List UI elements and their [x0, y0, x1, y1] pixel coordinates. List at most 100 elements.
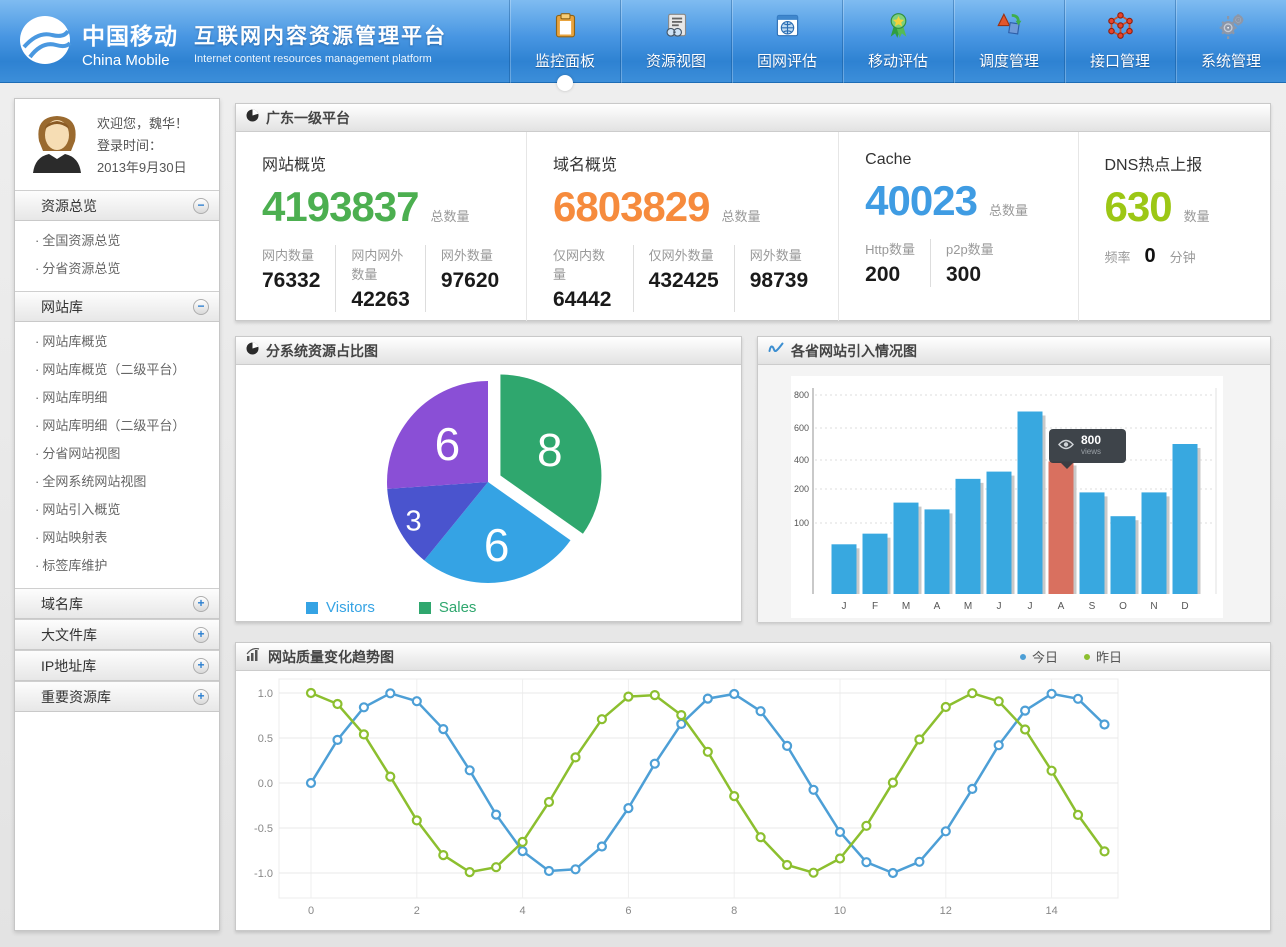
sidebar-item-网站库明细（二级平台）[interactable]: 网站库明细（二级平台）	[15, 412, 219, 440]
sidebar-item-标签库维护[interactable]: 标签库维护	[15, 552, 219, 580]
stat-sub-仅网内数量: 仅网内数量64442	[553, 245, 634, 312]
line-x-tick: 8	[731, 905, 737, 917]
sidebar-item-全网系统网站视图[interactable]: 全网系统网站视图	[15, 468, 219, 496]
nav-item-系统管理[interactable]: 系统管理	[1175, 0, 1286, 83]
pie-glyph-icon	[246, 342, 259, 360]
stat-sub-网外数量: 网外数量98739	[750, 245, 823, 312]
line-legend-item-昨日[interactable]: 昨日	[1084, 647, 1122, 666]
bar-F-1[interactable]	[863, 534, 888, 594]
stat-card-DNS热点上报: DNS热点上报630数量频率0分钟	[1078, 132, 1271, 321]
bar-A-3[interactable]	[925, 509, 950, 594]
collapse-icon[interactable]: −	[193, 299, 209, 315]
platform-title-en: Internet content resources management pl…	[194, 53, 447, 65]
sidebar-item-网站库概览[interactable]: 网站库概览	[15, 328, 219, 356]
nav-item-接口管理[interactable]: 接口管理	[1064, 0, 1175, 83]
line-curve-icon	[768, 342, 784, 360]
stat-card-big-label: 数量	[1184, 206, 1210, 225]
sidebar-section-title: 重要资源库	[41, 687, 111, 707]
bar-M-4[interactable]	[956, 479, 981, 594]
stat-sub-label: Http数量	[865, 239, 915, 258]
platform-title-cn: 互联网内容资源管理平台	[194, 20, 447, 50]
pie-legend-item-Sales[interactable]: Sales	[419, 599, 477, 616]
nav-item-资源视图[interactable]: 资源视图	[620, 0, 731, 83]
bar-N-10[interactable]	[1142, 492, 1167, 594]
sidebar-item-分省资源总览[interactable]: 分省资源总览	[15, 255, 219, 283]
stat-card-Cache: Cache40023总数量Http数量200p2p数量300	[838, 132, 1077, 321]
bar-x-label: A	[934, 601, 941, 612]
sidebar-item-网站库概览（二级平台）[interactable]: 网站库概览（二级平台）	[15, 356, 219, 384]
bar-D-11[interactable]	[1173, 444, 1198, 594]
bar-S-8[interactable]	[1080, 492, 1105, 594]
bar-chart: 100200400600800JFMAMJJASOND	[791, 376, 1223, 618]
bar-panel-header: 各省网站引入情况图	[758, 337, 1270, 365]
expand-icon[interactable]: +	[193, 596, 209, 612]
stats-panel-header: 广东一级平台	[236, 104, 1270, 132]
sidebar-item-分省网站视图[interactable]: 分省网站视图	[15, 440, 219, 468]
pie-panel-header: 分系统资源占比图	[236, 337, 741, 365]
bar-panel-title: 各省网站引入情况图	[791, 341, 917, 361]
tooltip-unit: views	[1081, 446, 1101, 457]
nav-item-label: 监控面板	[535, 50, 595, 71]
sidebar-section-IP地址库[interactable]: IP地址库+	[15, 650, 219, 681]
sidebar-item-网站库明细[interactable]: 网站库明细	[15, 384, 219, 412]
shapes-icon	[996, 12, 1023, 44]
sidebar-section-资源总览[interactable]: 资源总览−	[15, 190, 219, 221]
brand-name-cn: 中国移动	[82, 17, 178, 51]
collapse-icon[interactable]: −	[193, 198, 209, 214]
bar-J-0[interactable]	[832, 544, 857, 594]
stat-card-title: 域名概览	[553, 151, 838, 175]
stat-card-网站概览: 网站概览4193837总数量网内数量76332网内网外数量42263网外数量97…	[236, 132, 526, 321]
line-x-tick: 10	[834, 905, 846, 917]
stat-sub-value: 200	[865, 263, 915, 287]
sidebar-section-大文件库[interactable]: 大文件库+	[15, 619, 219, 650]
bar-x-label: J	[1028, 601, 1033, 612]
sidebar-item-网站映射表[interactable]: 网站映射表	[15, 524, 219, 552]
stat-sub-p2p数量: p2p数量300	[946, 239, 1009, 287]
stat-sub-value: 97620	[441, 269, 499, 293]
sidebar-section-重要资源库[interactable]: 重要资源库 +	[15, 681, 219, 712]
nav-item-监控面板[interactable]: 监控面板	[509, 0, 620, 83]
sidebar-item-全国资源总览[interactable]: 全国资源总览	[15, 227, 219, 255]
bar-O-9[interactable]	[1111, 516, 1136, 594]
legend-marker	[1020, 654, 1026, 660]
nav-item-移动评估[interactable]: 移动评估	[842, 0, 953, 83]
line-x-tick: 4	[520, 905, 526, 917]
stat-card-big-label: 总数量	[722, 206, 761, 225]
expand-icon[interactable]: +	[193, 627, 209, 643]
ribbon-award-icon	[885, 12, 912, 44]
bar-J-6[interactable]	[1018, 412, 1043, 595]
stat-sub-网内数量: 网内数量76332	[262, 245, 336, 312]
line-y-tick: 0.5	[258, 733, 273, 745]
expand-icon[interactable]: +	[193, 658, 209, 674]
stats-panel-title: 广东一级平台	[266, 108, 350, 128]
sidebar-item-网站引入概览[interactable]: 网站引入概览	[15, 496, 219, 524]
bar-A-7[interactable]	[1049, 461, 1074, 594]
stats-panel: 广东一级平台 网站概览4193837总数量网内数量76332网内网外数量4226…	[235, 103, 1271, 321]
freq-unit: 分钟	[1170, 247, 1196, 266]
bar-y-tick: 200	[794, 484, 809, 494]
bar-J-5[interactable]	[987, 472, 1012, 594]
bar-x-label: M	[902, 601, 910, 612]
stat-sub-label: 仅网内数量	[553, 245, 618, 283]
sidebar-section-域名库[interactable]: 域名库+	[15, 588, 219, 619]
document-search-icon	[663, 12, 690, 44]
pie-legend-item-Visitors[interactable]: Visitors	[306, 599, 375, 616]
sidebar-section-网站库[interactable]: 网站库−	[15, 291, 219, 322]
nav-item-固网评估[interactable]: 固网评估	[731, 0, 842, 83]
sidebar-section-items: 网站库概览网站库概览（二级平台）网站库明细网站库明细（二级平台）分省网站视图全网…	[15, 322, 219, 588]
sidebar-section-items: 全国资源总览分省资源总览	[15, 221, 219, 291]
nav-item-label: 接口管理	[1090, 50, 1150, 71]
stat-card-title: DNS热点上报	[1105, 151, 1271, 175]
expand-icon[interactable]: +	[193, 689, 209, 705]
line-x-tick: 0	[308, 905, 314, 917]
stat-card-title: Cache	[865, 151, 1077, 169]
stat-card-title: 网站概览	[262, 151, 526, 175]
bar-M-2[interactable]	[894, 503, 919, 594]
line-x-tick: 6	[625, 905, 631, 917]
line-legend-item-今日[interactable]: 今日	[1020, 647, 1058, 666]
stat-sub-仅网外数量: 仅网外数量432425	[649, 245, 735, 312]
stat-sub-value: 76332	[262, 269, 320, 293]
nav-item-调度管理[interactable]: 调度管理	[953, 0, 1064, 83]
stat-sub-value: 432425	[649, 269, 719, 293]
pie-panel-title: 分系统资源占比图	[266, 341, 378, 361]
